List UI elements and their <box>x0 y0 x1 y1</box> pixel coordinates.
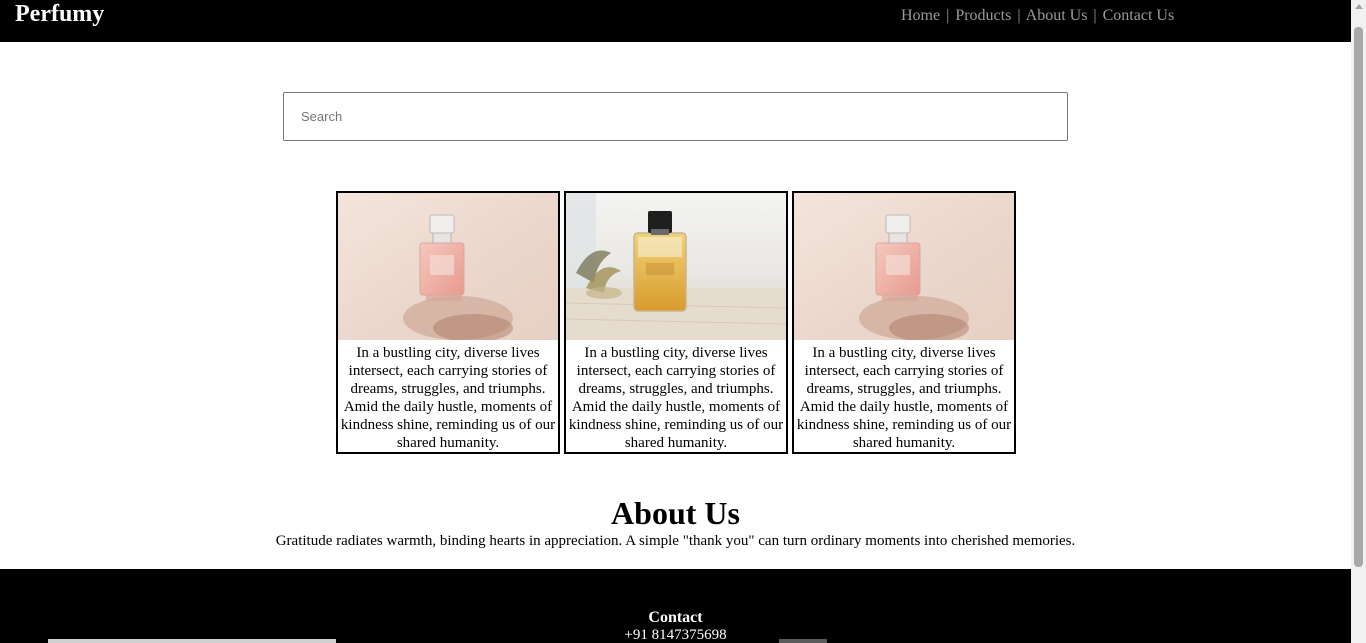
page-scrollbar[interactable] <box>1351 0 1366 643</box>
product-card[interactable]: In a bustling city, diverse lives inters… <box>792 191 1016 454</box>
footer-divider <box>779 639 827 643</box>
nav-separator: | <box>946 7 950 24</box>
scrollbar-thumb[interactable] <box>1354 27 1363 567</box>
contact-title: Contact <box>648 609 703 626</box>
footer-divider <box>48 639 336 643</box>
about-title: About Us <box>611 495 740 531</box>
nav-separator: | <box>1093 7 1097 24</box>
about-section: About Us Gratitude radiates warmth, bind… <box>0 494 1351 550</box>
perfume-image <box>338 193 558 340</box>
product-card[interactable]: In a bustling city, diverse lives inters… <box>336 191 560 454</box>
nav-products-link[interactable]: Products <box>955 7 1011 24</box>
nav-links: Home | Products | About Us | Contact Us <box>901 6 1174 26</box>
footer: Contact +91 8147375698 <box>0 569 1351 643</box>
product-description: In a bustling city, diverse lives inters… <box>340 345 556 451</box>
perfume-image <box>794 193 1014 340</box>
search-container <box>283 92 1068 141</box>
product-cards: In a bustling city, diverse lives inters… <box>336 191 1016 454</box>
product-description: In a bustling city, diverse lives inters… <box>568 345 784 451</box>
nav-separator: | <box>1017 7 1021 24</box>
search-input[interactable] <box>283 92 1068 141</box>
product-card[interactable]: In a bustling city, diverse lives inters… <box>564 191 788 454</box>
brand-logo[interactable]: Perfumy <box>15 0 104 28</box>
about-text: Gratitude radiates warmth, binding heart… <box>275 533 1076 549</box>
top-navbar: Perfumy Home | Products | About Us | Con… <box>0 0 1351 42</box>
product-description: In a bustling city, diverse lives inters… <box>796 345 1012 451</box>
nav-contact-link[interactable]: Contact Us <box>1103 7 1175 24</box>
scroll-up-arrow-icon[interactable] <box>1355 4 1363 9</box>
nav-home-link[interactable]: Home <box>901 7 940 24</box>
nav-about-link[interactable]: About Us <box>1026 7 1088 24</box>
perfume-image <box>566 193 786 340</box>
